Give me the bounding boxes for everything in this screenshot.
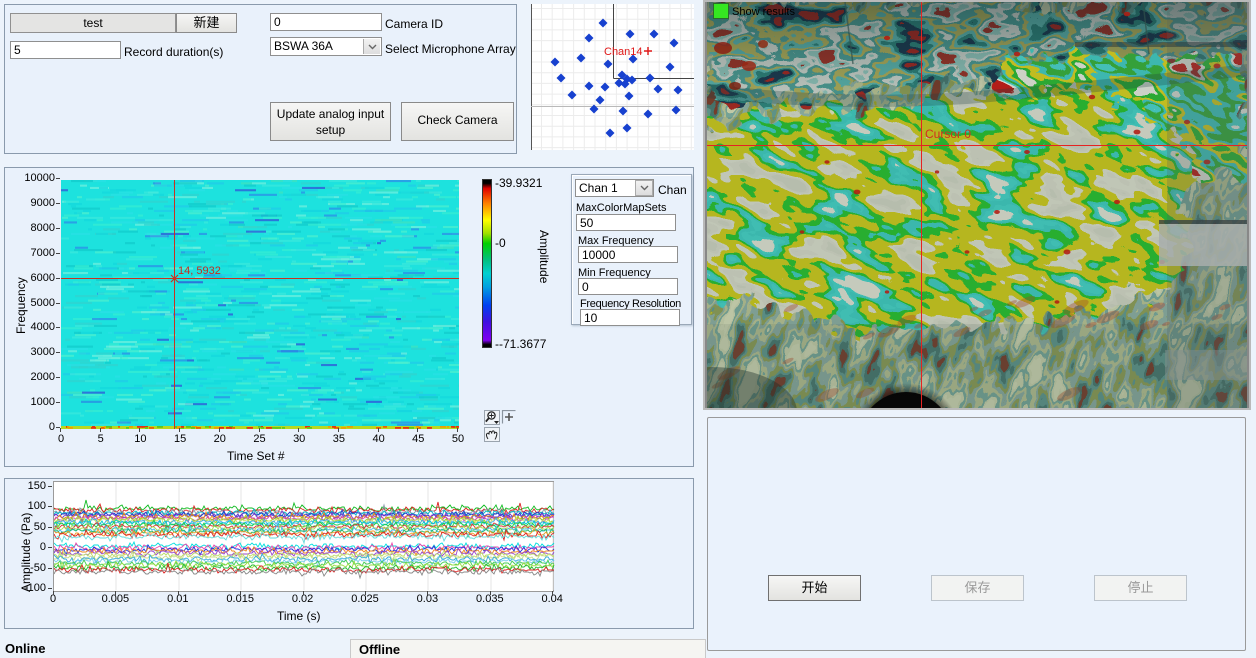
svg-text:Chan14: Chan14: [604, 46, 643, 58]
